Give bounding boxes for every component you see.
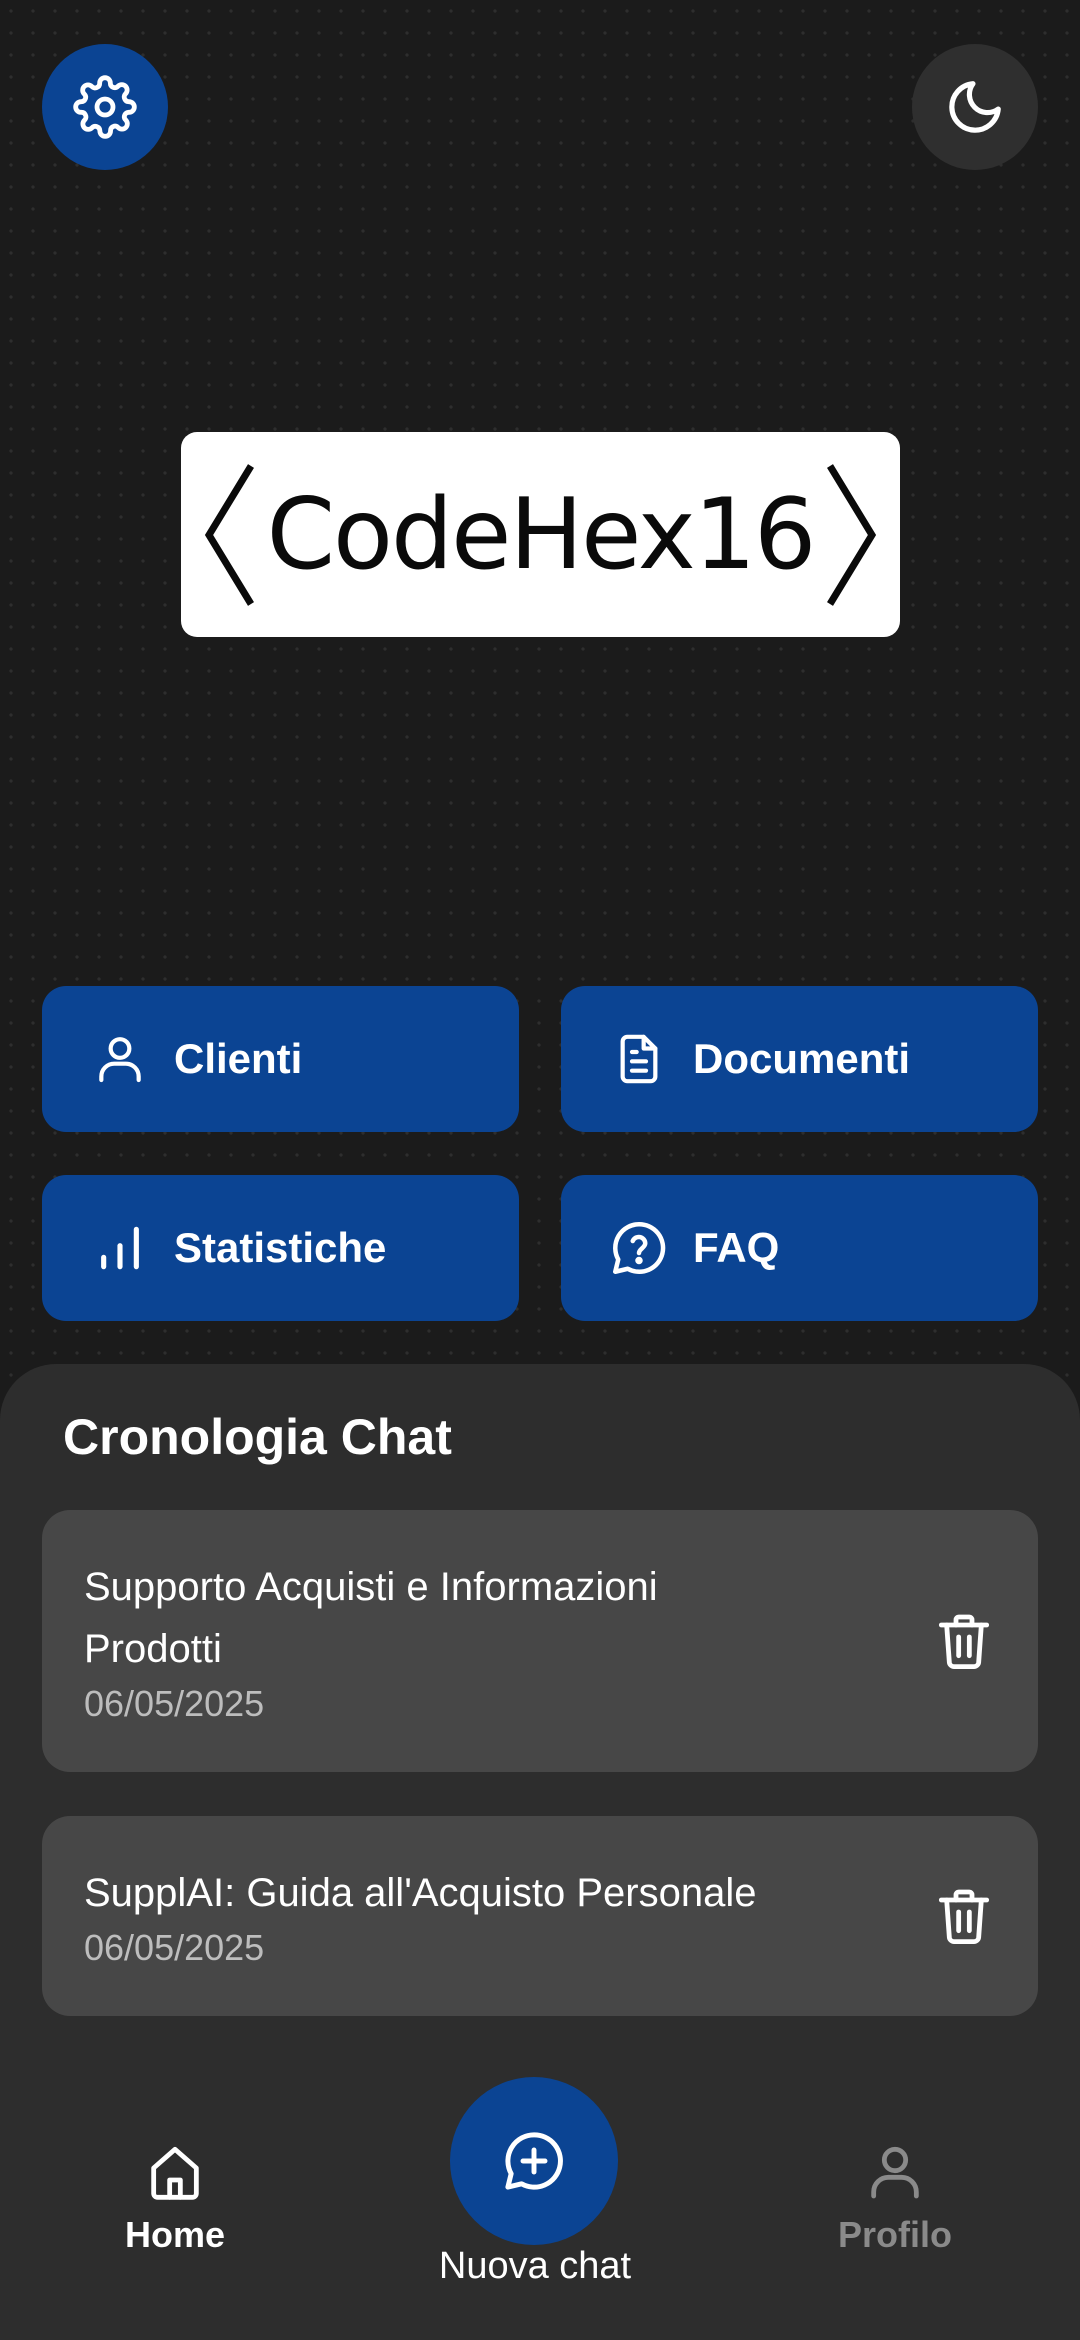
home-icon [151, 2146, 199, 2200]
nav-home-label: Home [124, 2214, 226, 2255]
nav-profile-label: Profilo [838, 2214, 952, 2255]
nav-home[interactable]: Home [90, 2140, 260, 2256]
faq-button[interactable]: FAQ [561, 1175, 1038, 1321]
theme-toggle-button[interactable] [912, 44, 1038, 170]
statistics-label: Statistiche [174, 1224, 387, 1271]
statistics-button[interactable]: Statistiche [42, 1175, 519, 1321]
new-chat-button[interactable] [450, 2077, 618, 2245]
user-icon [90, 1029, 150, 1089]
logo-text: CodeHex16 [266, 477, 817, 592]
right-angle-bracket-icon [824, 460, 880, 610]
delete-chat-button[interactable] [932, 1884, 996, 1948]
chat-title: Supporto Acquisti e Informazioni Prodott… [84, 1565, 658, 1671]
nav-profile[interactable]: Profilo [810, 2140, 980, 2256]
chat-history-item[interactable]: Supporto Acquisti e Informazioni Prodott… [42, 1510, 1038, 1772]
history-title: Cronologia Chat [63, 1409, 452, 1465]
new-chat-label: Nuova chat [438, 2245, 632, 2287]
documents-button[interactable]: Documenti [561, 986, 1038, 1132]
add-chat-icon [505, 2132, 563, 2190]
brand-logo: CodeHex16 [181, 432, 900, 637]
settings-button[interactable] [42, 44, 168, 170]
moon-icon [949, 81, 1001, 133]
delete-chat-button[interactable] [932, 1609, 996, 1673]
trash-icon [938, 1614, 990, 1670]
profile-icon [871, 2146, 919, 2199]
clients-button[interactable]: Clienti [42, 986, 519, 1132]
question-bubble-icon [609, 1218, 669, 1278]
bottom-navigation: Home Nuova chat Profilo [0, 2070, 1080, 2340]
left-angle-bracket-icon [201, 460, 257, 610]
document-icon [609, 1029, 669, 1089]
chat-date: 06/05/2025 [84, 1683, 265, 1724]
chat-history-item[interactable]: SupplAI: Guida all'Acquisto Personale 06… [42, 1816, 1038, 2016]
trash-icon [938, 1889, 990, 1945]
chat-date: 06/05/2025 [84, 1927, 265, 1968]
gear-icon [73, 75, 137, 139]
documents-label: Documenti [693, 1035, 911, 1082]
clients-label: Clienti [174, 1035, 303, 1082]
faq-label: FAQ [693, 1224, 780, 1271]
chat-title: SupplAI: Guida all'Acquisto Personale [84, 1871, 757, 1915]
bar-chart-icon [90, 1218, 150, 1278]
